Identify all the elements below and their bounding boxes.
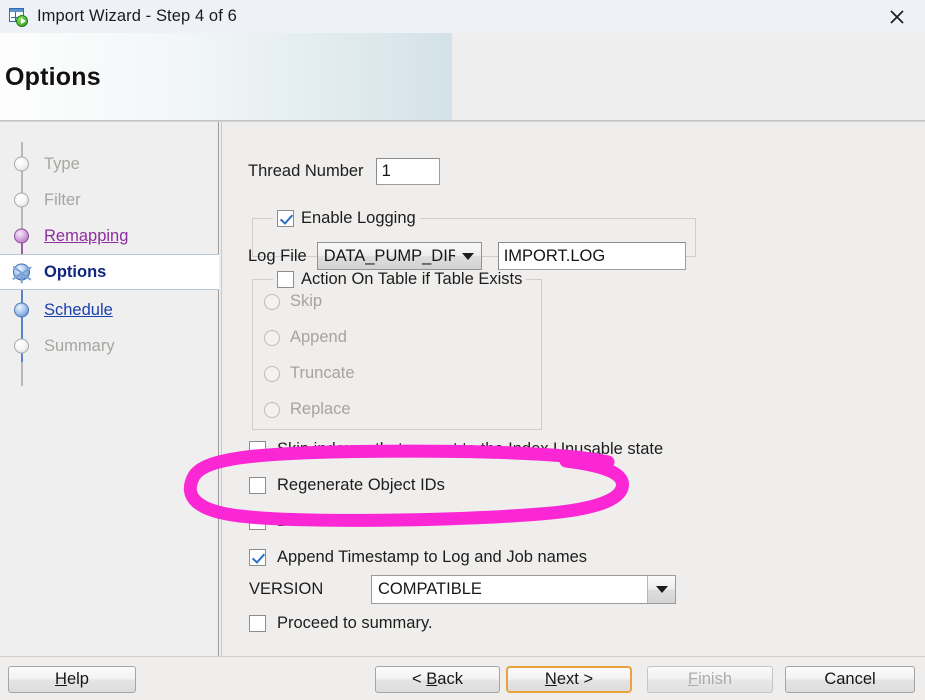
wizard-button-bar: Help < Back Next > Finish Cancel — [0, 656, 925, 700]
radio-label: Replace — [290, 400, 351, 418]
wizard-step-sidebar: Type Filter Remapping Options Schedule S… — [0, 122, 219, 656]
regenerate-object-ids-row[interactable]: Regenerate Object IDs — [249, 476, 445, 495]
append-timestamp-row[interactable]: Append Timestamp to Log and Job names — [249, 548, 587, 567]
sidebar-item-label: Summary — [44, 336, 115, 355]
version-row: VERSION COMPATIBLE — [249, 575, 676, 604]
window-title: Import Wizard - Step 4 of 6 — [37, 7, 237, 25]
help-button-rest: elp — [66, 670, 89, 688]
sidebar-item-label: Options — [44, 262, 107, 281]
chevron-down-icon[interactable] — [647, 576, 675, 603]
finish-button-rest: inish — [698, 670, 733, 688]
thread-number-input[interactable] — [375, 158, 440, 185]
sidebar-item-options[interactable]: Options — [0, 254, 219, 290]
finish-button: Finish — [647, 666, 773, 693]
skip-indexes-row[interactable]: Skip indexes that are set to the Index U… — [249, 440, 663, 459]
version-label: VERSION — [249, 580, 324, 598]
table-action-option-replace[interactable]: Replace — [264, 400, 351, 419]
step-node-gray-icon — [11, 154, 32, 175]
radio-label: Skip — [290, 292, 323, 310]
radio-truncate-icon[interactable] — [264, 365, 280, 382]
back-button[interactable]: < Back — [375, 666, 500, 693]
proceed-to-summary-checkbox[interactable] — [249, 615, 266, 632]
table-action-legend: Action On Table if Table Exists — [273, 270, 526, 289]
sidebar-item-schedule[interactable]: Schedule — [0, 292, 219, 328]
log-directory-dropdown[interactable]: DATA_PUMP_DIR — [316, 242, 482, 270]
append-timestamp-label: Append Timestamp to Log and Job names — [277, 548, 588, 566]
table-action-option-skip[interactable]: Skip — [264, 292, 322, 311]
import-wizard-window: Import Wizard - Step 4 of 6 Options Type — [0, 0, 925, 700]
sidebar-item-label[interactable]: Schedule — [44, 301, 113, 320]
title-bar: Import Wizard - Step 4 of 6 — [0, 0, 925, 33]
sidebar-item-type[interactable]: Type — [0, 146, 219, 182]
radio-append-icon[interactable] — [264, 329, 280, 346]
radio-replace-icon[interactable] — [264, 401, 280, 418]
thread-number-label: Thread Number — [248, 162, 364, 180]
next-button-rest: ext > — [556, 670, 594, 688]
sidebar-item-remapping[interactable]: Remapping — [0, 218, 219, 254]
append-timestamp-checkbox[interactable] — [249, 549, 266, 566]
chevron-down-icon — [455, 252, 481, 260]
step-node-purple-icon — [11, 226, 32, 247]
log-file-name-input[interactable] — [497, 242, 686, 270]
delete-master-table-row[interactable]: Delete Master table — [249, 512, 420, 531]
page-header: Options — [0, 33, 925, 122]
import-table-play-icon — [8, 7, 28, 27]
step-node-current-icon — [11, 262, 32, 283]
options-form: Thread Number Enable Logging Log File DA… — [221, 122, 925, 656]
version-value: COMPATIBLE — [378, 580, 482, 598]
step-node-gray-icon — [11, 190, 32, 211]
regenerate-object-ids-checkbox[interactable] — [249, 477, 266, 494]
cancel-button-label: Cancel — [824, 670, 876, 688]
enable-logging-label: Enable Logging — [301, 209, 416, 227]
thread-number-row: Thread Number — [248, 158, 440, 185]
table-action-label: Action On Table if Table Exists — [301, 270, 523, 288]
help-button[interactable]: Help — [8, 666, 136, 693]
skip-indexes-label: Skip indexes that are set to the Index U… — [277, 440, 664, 458]
skip-indexes-checkbox[interactable] — [249, 441, 266, 458]
enable-logging-legend: Enable Logging — [273, 209, 420, 228]
step-node-blue-icon — [11, 300, 32, 321]
sidebar-item-summary[interactable]: Summary — [0, 328, 219, 364]
back-button-rest: ack — [437, 670, 463, 688]
delete-master-table-label: Delete Master table — [277, 512, 421, 530]
delete-master-table-checkbox[interactable] — [249, 513, 266, 530]
page-title: Options — [5, 63, 101, 91]
radio-label: Append — [290, 328, 347, 346]
cancel-button[interactable]: Cancel — [785, 666, 915, 693]
back-button-pre: < — [412, 670, 427, 688]
regenerate-object-ids-label: Regenerate Object IDs — [277, 476, 445, 494]
sidebar-item-filter[interactable]: Filter — [0, 182, 219, 218]
next-button[interactable]: Next > — [506, 666, 632, 693]
step-node-gray-icon — [11, 336, 32, 357]
sidebar-item-label[interactable]: Remapping — [44, 227, 128, 246]
radio-skip-icon[interactable] — [264, 293, 280, 310]
close-icon[interactable] — [869, 0, 925, 33]
log-directory-value: DATA_PUMP_DIR — [323, 246, 455, 265]
table-action-option-append[interactable]: Append — [264, 328, 347, 347]
proceed-to-summary-row[interactable]: Proceed to summary. — [249, 614, 433, 633]
proceed-to-summary-label: Proceed to summary. — [277, 614, 433, 632]
log-file-label: Log File — [248, 246, 307, 265]
sidebar-item-label: Filter — [44, 190, 81, 209]
radio-label: Truncate — [290, 364, 355, 382]
enable-logging-checkbox[interactable] — [277, 210, 294, 227]
log-file-row: Log File DATA_PUMP_DIR — [248, 242, 686, 270]
table-action-checkbox[interactable] — [277, 271, 294, 288]
sidebar-item-label: Type — [44, 154, 80, 173]
table-action-option-truncate[interactable]: Truncate — [264, 364, 355, 383]
version-dropdown[interactable]: COMPATIBLE — [371, 575, 676, 604]
